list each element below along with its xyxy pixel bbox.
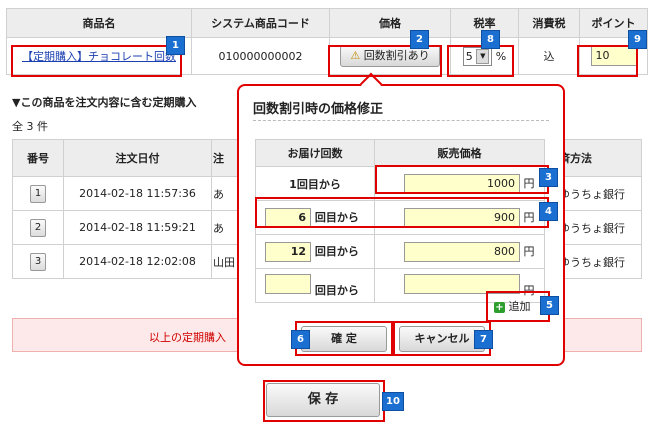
header-code: システム商品コード <box>191 8 330 38</box>
badge-9: 9 <box>628 30 647 49</box>
order-number-button[interactable]: 1 <box>30 184 46 203</box>
highlight-product-link <box>11 45 182 77</box>
discount-row: 12 回目から 800 円 <box>255 234 545 269</box>
badge-6: 6 <box>291 330 310 349</box>
header-consumption-tax: 消費税 <box>518 8 580 38</box>
badge-1: 1 <box>166 36 185 55</box>
notice-text: 以上の定期購入 <box>149 331 226 344</box>
order-number-button[interactable]: 3 <box>30 252 46 271</box>
highlight-first-price <box>375 165 549 194</box>
order-date: 2014-02-18 11:57:36 <box>63 176 212 211</box>
order-number-button[interactable]: 2 <box>30 218 46 237</box>
highlight-save <box>263 380 385 422</box>
badge-3: 3 <box>539 168 558 187</box>
header-delivery-count: お届け回数 <box>255 139 375 167</box>
order-date: 2014-02-18 11:59:21 <box>63 210 212 245</box>
header-order-date: 注文日付 <box>63 139 212 177</box>
row-label: 1回目から <box>289 177 341 191</box>
yen-unit: 円 <box>523 244 535 258</box>
badge-2: 2 <box>410 30 429 49</box>
badge-5: 5 <box>540 296 559 315</box>
header-product-name: 商品名 <box>6 8 192 38</box>
highlight-second-row <box>255 197 549 228</box>
popup-divider <box>253 120 549 121</box>
header-payment: 済方法 <box>557 139 642 177</box>
badge-7: 7 <box>474 330 493 349</box>
section-title: ▼この商品を注文内容に含む定期購入 <box>12 96 197 109</box>
consumption-tax: 込 <box>518 37 580 75</box>
highlight-points <box>577 45 638 77</box>
order-date: 2014-02-18 12:02:08 <box>63 244 212 279</box>
highlight-discount-button <box>328 45 442 77</box>
product-code: 010000000002 <box>191 37 330 75</box>
order-payment: ゆうちょ銀行 <box>557 176 642 211</box>
badge-4: 4 <box>539 202 558 221</box>
header-price: 価格 <box>329 8 451 38</box>
order-payment: ゆうちょ銀行 <box>557 244 642 279</box>
badge-8: 8 <box>481 30 500 49</box>
row-label: 回目から <box>314 283 359 297</box>
row-label: 回目から <box>314 244 359 258</box>
popup-title: 回数割引時の価格修正 <box>253 102 384 117</box>
order-payment: ゆうちょ銀行 <box>557 210 642 245</box>
badge-10: 10 <box>382 392 404 411</box>
highlight-tax-rate <box>447 45 514 77</box>
result-count: 全 3 件 <box>12 120 48 133</box>
count-input[interactable] <box>265 273 311 294</box>
header-sale-price: 販売価格 <box>374 139 545 167</box>
price-input[interactable]: 800 <box>404 241 520 262</box>
header-number: 番号 <box>12 139 64 177</box>
count-input[interactable]: 12 <box>265 241 311 262</box>
